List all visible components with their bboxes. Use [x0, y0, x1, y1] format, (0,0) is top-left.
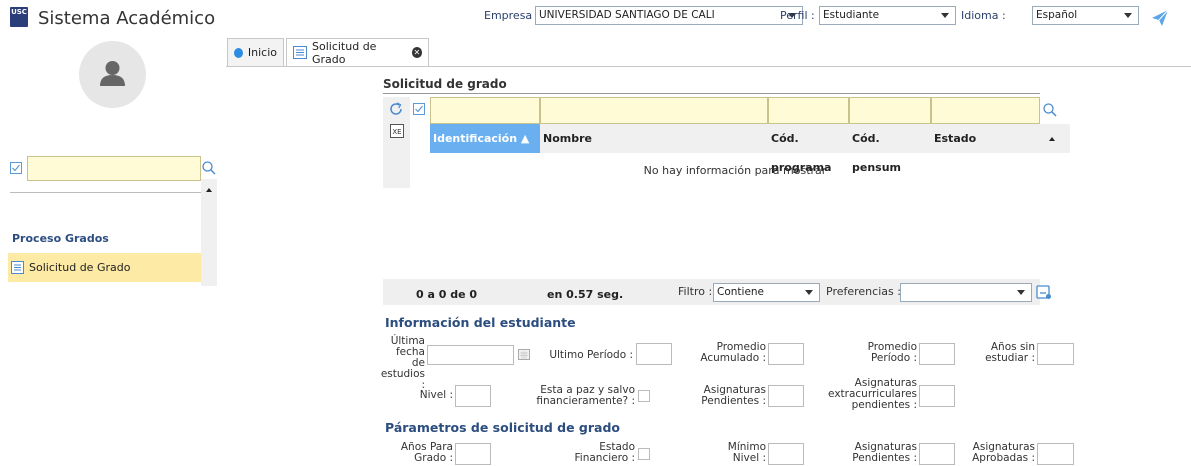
perfil-select[interactable]: Estudiante — [819, 6, 956, 25]
filter-nombre-input[interactable] — [540, 97, 768, 124]
list-icon — [11, 261, 24, 274]
anos-sin-estudiar-input[interactable] — [1037, 343, 1074, 365]
prefs-label: Preferencias : — [826, 285, 901, 298]
col-cod-pensum[interactable]: Cód. pensum — [849, 124, 931, 174]
checkbox-icon[interactable] — [10, 162, 22, 174]
chevron-down-icon — [805, 290, 813, 295]
search-icon[interactable] — [1043, 103, 1057, 117]
menu-search-input[interactable] — [27, 156, 201, 181]
perfil-label: Perfil : — [780, 9, 815, 22]
list-icon — [293, 46, 307, 59]
col-estado[interactable]: Estado — [931, 124, 1040, 153]
ultimo-periodo-label: Ultimo Período : — [549, 349, 633, 361]
filter-estado-input[interactable] — [931, 97, 1040, 124]
chevron-down-icon — [1017, 290, 1025, 295]
menu-item-label: Solicitud de Grado — [29, 261, 131, 274]
app-title: Sistema Académico — [38, 8, 216, 29]
ultima-fecha-input[interactable] — [427, 345, 514, 365]
asignaturas-aprobadas-label: Asignaturas Aprobadas : — [972, 441, 1035, 464]
estado-financiero-checkbox[interactable] — [638, 448, 650, 460]
save-preferences-icon[interactable] — [1036, 284, 1052, 300]
idioma-label: Idioma : — [961, 9, 1006, 22]
refresh-icon[interactable] — [388, 101, 404, 117]
promedio-acumulado-input[interactable] — [768, 343, 804, 365]
divider — [10, 192, 201, 193]
promedio-periodo-input[interactable] — [919, 343, 955, 365]
preferences-select[interactable] — [900, 283, 1032, 302]
idioma-select[interactable]: Español — [1032, 6, 1139, 25]
student-info-title: Información del estudiante — [385, 315, 576, 330]
estado-financiero-label: Estado Financiero : — [574, 441, 635, 464]
chevron-down-icon — [1124, 13, 1132, 18]
title-underline — [383, 93, 1040, 94]
filter-cod-pensum-input[interactable] — [849, 97, 931, 124]
checkbox-icon[interactable] — [413, 103, 425, 115]
circle-icon — [234, 47, 243, 58]
col-cod-programa[interactable]: Cód. programa — [768, 124, 849, 174]
asignaturas-aprobadas-input[interactable] — [1037, 443, 1074, 465]
close-icon[interactable]: ✕ — [411, 47, 422, 58]
sort-asc-icon: ▲ — [520, 132, 530, 145]
menu-item-solicitud-grado[interactable]: Solicitud de Grado — [8, 253, 201, 282]
anos-para-grado-input[interactable] — [455, 443, 491, 465]
paz-salvo-label: Esta a paz y salvo financieramente? : — [536, 384, 635, 407]
ultimo-periodo-input[interactable] — [636, 343, 672, 365]
promedio-periodo-label: Promedio Período : — [867, 341, 917, 364]
calendar-icon[interactable] — [518, 348, 530, 360]
asignaturas-extra-input[interactable] — [919, 385, 955, 407]
svg-text:XE: XE — [392, 128, 401, 136]
filter-cod-programa-input[interactable] — [768, 97, 849, 124]
grid-header: Identificación ▲ Nombre Cód. programa Có… — [430, 124, 1070, 174]
filter-label: Filtro : — [678, 285, 713, 298]
search-icon[interactable] — [202, 161, 216, 175]
nivel-label: Nivel : — [419, 389, 453, 401]
excel-export-icon[interactable]: XE — [390, 124, 404, 138]
paz-salvo-checkbox[interactable] — [638, 390, 650, 402]
col-nombre[interactable]: Nombre — [540, 124, 768, 153]
menu-group-proceso-grados[interactable]: Proceso Grados — [12, 232, 109, 245]
record-range: 0 a 0 de 0 — [416, 288, 478, 301]
promedio-acumulado-label: Promedio Acumulado : — [700, 341, 766, 364]
send-icon[interactable] — [1150, 8, 1170, 28]
grid-title: Solicitud de grado — [383, 77, 507, 91]
asignaturas-extra-label: Asignaturas extracurriculares pendientes : — [828, 377, 917, 411]
empresa-select[interactable]: UNIVERSIDAD SANTIAGO DE CALI — [535, 6, 803, 25]
tab-solicitud-grado[interactable]: Solicitud de Grado ✕ — [286, 38, 429, 66]
avatar — [79, 41, 146, 108]
empty-message: No hay información para mostrar — [643, 164, 827, 177]
param-asignaturas-pendientes-label: Asignaturas Pendientes : — [852, 441, 917, 464]
minimo-nivel-label: Mínimo Nivel : — [727, 441, 766, 464]
filter-type-select[interactable]: Contiene — [713, 283, 820, 302]
param-asignaturas-pendientes-input[interactable] — [919, 443, 955, 465]
chevron-down-icon — [941, 13, 949, 18]
asignaturas-pendientes-label: Asignaturas Pendientes : — [701, 384, 766, 407]
query-timing: en 0.57 seg. — [547, 288, 624, 301]
ultima-fecha-label: Última fecha de estudios : — [380, 335, 425, 391]
params-title: Párametros de solicitud de grado — [385, 420, 620, 435]
asignaturas-pendientes-input[interactable] — [768, 385, 804, 407]
anos-sin-estudiar-label: Años sin estudiar : — [985, 341, 1035, 364]
filter-identificacion-input[interactable] — [430, 97, 540, 124]
menu-scrollbar[interactable] — [201, 179, 217, 286]
col-identificacion[interactable]: Identificación ▲ — [430, 124, 540, 153]
grid-filter-row — [430, 97, 1040, 124]
minimo-nivel-input[interactable] — [768, 443, 804, 465]
tab-inicio[interactable]: Inicio — [227, 38, 284, 66]
scroll-up-icon[interactable] — [1049, 137, 1055, 141]
tab-bar-divider — [226, 66, 1191, 67]
university-logo: USC — [10, 7, 28, 27]
empresa-label: Empresa : — [484, 9, 540, 22]
scroll-up-icon[interactable] — [206, 188, 212, 192]
nivel-input[interactable] — [455, 385, 491, 407]
anos-para-grado-label: Años Para Grado : — [400, 441, 453, 464]
